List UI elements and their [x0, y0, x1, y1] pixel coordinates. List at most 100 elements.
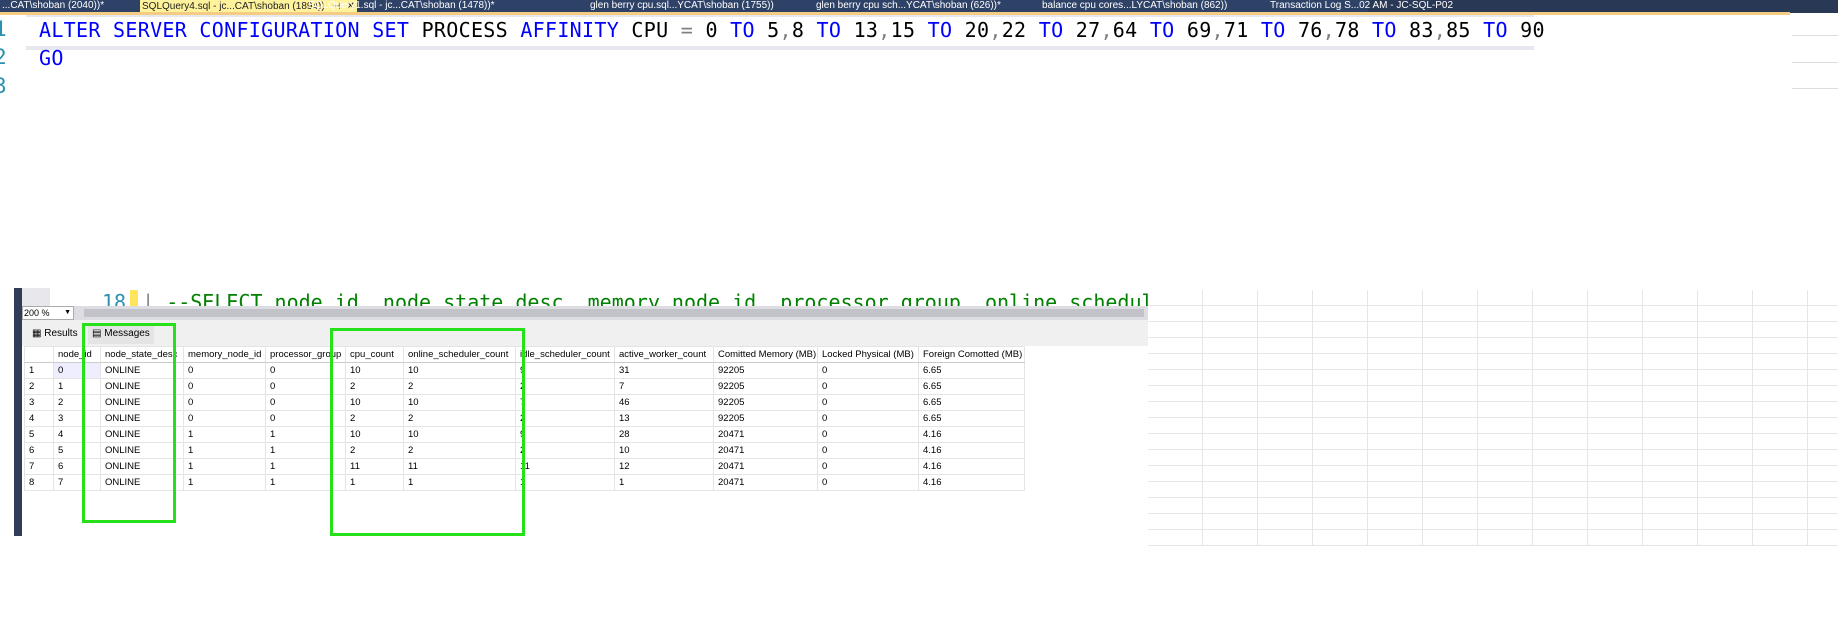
document-tab[interactable]: Transaction Log S...02 AM - JC-SQL-P02	[1268, 0, 1455, 12]
grid-cell[interactable]: 1	[183, 458, 266, 475]
code-token: =	[680, 18, 694, 42]
code-token: ,	[989, 18, 1002, 42]
grid-cell[interactable]: 6.65	[918, 394, 1025, 411]
grid-cell[interactable]: 0	[183, 394, 266, 411]
grid-cell[interactable]: 0	[817, 442, 919, 459]
code-token: TO	[1483, 18, 1508, 42]
grid-cell[interactable]: 7	[614, 378, 714, 395]
grid-cell[interactable]: 4.16	[918, 426, 1025, 443]
grid-cell[interactable]: 1	[183, 442, 266, 459]
column-header[interactable]: Locked Physical (MB)	[817, 346, 919, 363]
tab-label: glen berry cpu.sql...YCAT\shoban (1755))	[590, 0, 774, 11]
row-number[interactable]: 8	[24, 474, 54, 491]
grid-cell[interactable]: 31	[614, 362, 714, 379]
code-line-1[interactable]: ALTER SERVER CONFIGURATION SET PROCESS A…	[39, 18, 1545, 42]
row-number[interactable]: 3	[24, 394, 54, 411]
code-line-18: 18 | --SELECT node_id, node_state_desc, m…	[102, 290, 1154, 306]
column-header[interactable]: idle_scheduler_count	[515, 346, 615, 363]
grid-cell[interactable]: 92205	[713, 362, 818, 379]
change-marker	[130, 290, 139, 306]
grid-cell[interactable]: 0	[183, 362, 266, 379]
zoom-select[interactable]: 200 % ▼	[22, 306, 74, 320]
code-token: AFFINITY	[520, 18, 620, 42]
code-token: 5	[754, 18, 780, 42]
grid-cell[interactable]: 6.65	[918, 410, 1025, 427]
code-token: 83	[1396, 18, 1434, 42]
grid-cell[interactable]: 4.16	[918, 458, 1025, 475]
column-header[interactable]: active_worker_count	[614, 346, 714, 363]
grid-cell[interactable]: 2	[515, 442, 615, 459]
grid-cell[interactable]: 4.16	[918, 474, 1025, 491]
row-number[interactable]: 2	[24, 378, 54, 395]
grid-cell[interactable]: 0	[817, 378, 919, 395]
row-number[interactable]: 4	[24, 410, 54, 427]
row-number[interactable]: 6	[24, 442, 54, 459]
grid-cell[interactable]: 9	[515, 362, 615, 379]
grid-cell[interactable]: 12	[614, 458, 714, 475]
document-tab[interactable]: glen berry cpu sch...YCAT\shoban (626))*	[814, 0, 1003, 12]
grid-cell[interactable]: 2	[515, 378, 615, 395]
tab-results[interactable]: ▦ Results	[28, 326, 82, 344]
grid-cell[interactable]: 6.65	[918, 362, 1025, 379]
grid-cell[interactable]: 1	[614, 474, 714, 491]
grid-cell[interactable]: 20471	[713, 474, 818, 491]
grid-cell[interactable]: 1	[183, 474, 266, 491]
document-tab[interactable]: ...CAT\shoban (2040))*	[0, 0, 106, 12]
code-token: TO	[1038, 18, 1064, 42]
grid-cell[interactable]: 1	[515, 474, 615, 491]
grid-cell[interactable]: 0	[183, 378, 266, 395]
tab-label: ...CAT\shoban (2040))*	[2, 0, 105, 11]
code-token: CPU	[619, 18, 681, 42]
grid-cell[interactable]: 4.16	[918, 442, 1025, 459]
grid-cell[interactable]: 0	[817, 458, 919, 475]
grid-cell[interactable]: 46	[614, 394, 714, 411]
grid-cell[interactable]: 11	[515, 458, 615, 475]
embedded-results-screenshot: 18 | --SELECT node_id, node_state_desc, m…	[14, 288, 1154, 536]
grid-cell[interactable]: 0	[183, 410, 266, 427]
code-token: 8	[791, 18, 817, 42]
document-tab[interactable]: glen berry cpu.sql...YCAT\shoban (1755))	[588, 0, 776, 12]
grid-cell[interactable]: 28	[614, 426, 714, 443]
grid-cell[interactable]: 92205	[713, 410, 818, 427]
code-line-2[interactable]: GO	[39, 46, 64, 70]
tab-label: SQLQuery4.sql - jc...CAT\shoban (1894))	[142, 1, 325, 12]
document-tab[interactable]: SQLQuery1.sql - jc...CAT\shoban (1478))*	[306, 0, 497, 12]
grid-cell[interactable]: 0	[817, 426, 919, 443]
grid-cell[interactable]: 20471	[713, 458, 818, 475]
line-number: 1	[0, 17, 7, 41]
code-token: 85	[1446, 18, 1484, 42]
row-number[interactable]: 7	[24, 458, 54, 475]
grid-cell[interactable]: 20471	[713, 442, 818, 459]
grid-cell[interactable]: 9	[515, 426, 615, 443]
highlight-box-node-state	[82, 323, 176, 523]
column-header[interactable]: Comitted Memory (MB)	[713, 346, 818, 363]
highlight-box-cpu-scheduler	[330, 328, 525, 536]
code-token: 71	[1223, 18, 1261, 42]
grid-cell[interactable]: 0	[817, 410, 919, 427]
row-number[interactable]: 5	[24, 426, 54, 443]
grid-cell[interactable]: 0	[817, 394, 919, 411]
grid-cell[interactable]: 92205	[713, 394, 818, 411]
grid-cell[interactable]: 7	[515, 394, 615, 411]
row-number[interactable]: 1	[24, 362, 54, 379]
grid-cell[interactable]: 1	[183, 426, 266, 443]
grid-cell[interactable]: 0	[817, 362, 919, 379]
grid-cell[interactable]: 0	[817, 474, 919, 491]
code-token: ,	[779, 18, 792, 42]
column-header[interactable]: Foreign Comotted (MB)	[918, 346, 1025, 363]
code-token: ,	[1211, 18, 1224, 42]
column-header[interactable]	[24, 346, 54, 363]
column-header[interactable]: memory_node_id	[183, 346, 266, 363]
code-token: ,	[878, 18, 891, 42]
horizontal-scrollbar[interactable]	[84, 309, 1144, 317]
grid-cell[interactable]: 13	[614, 410, 714, 427]
document-tab[interactable]: balance cpu cores...LYCAT\shoban (862))	[1040, 0, 1229, 12]
grid-cell[interactable]: 10	[614, 442, 714, 459]
code-token: ,	[1433, 18, 1447, 42]
grid-cell[interactable]: 20471	[713, 426, 818, 443]
grid-cell[interactable]: 92205	[713, 378, 818, 395]
query-editor[interactable]: 1 2 3 ALTER SERVER CONFIGURATION SET PRO…	[0, 15, 1838, 275]
code-token: 78	[1334, 18, 1373, 42]
grid-cell[interactable]: 2	[515, 410, 615, 427]
grid-cell[interactable]: 6.65	[918, 378, 1025, 395]
